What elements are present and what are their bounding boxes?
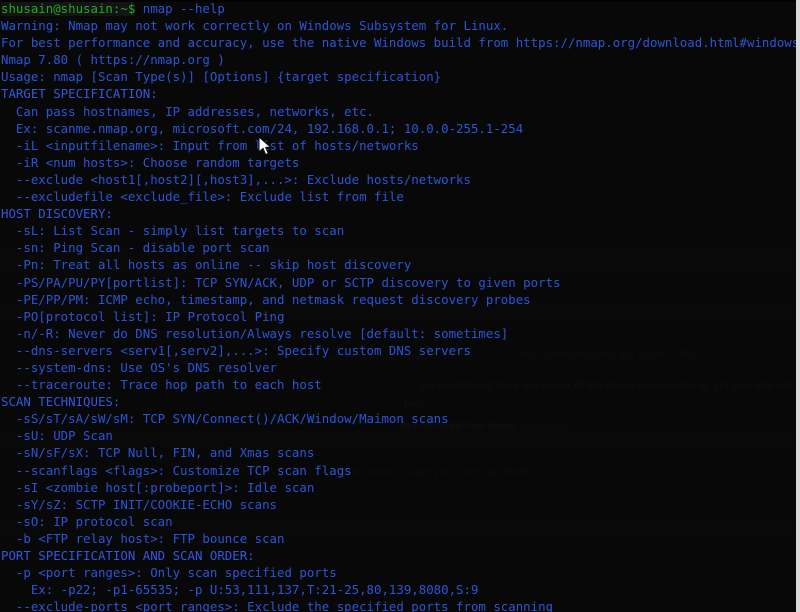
output-line: For best performance and accuracy, use t… — [1, 35, 800, 51]
output-line: -b <FTP relay host>: FTP bounce scan — [1, 530, 285, 546]
typed-command: nmap --help — [135, 1, 225, 16]
output-line: -PE/PP/PM: ICMP echo, timestamp, and net… — [1, 291, 531, 307]
output-line: --excludefile <exclude_file>: Exclude li… — [1, 189, 404, 205]
output-line: -sY/sZ: SCTP INIT/COOKIE-ECHO scans — [1, 496, 278, 512]
output-line: Warning: Nmap may not work correctly on … — [1, 18, 509, 34]
output-line: -sU: UDP Scan — [1, 428, 113, 444]
shell-prompt: shusain@shusain:~$ — [1, 1, 136, 16]
command-output: Warning: Nmap may not work correctly on … — [0, 17, 800, 612]
output-section-heading: SCAN TECHNIQUES: — [1, 394, 121, 410]
output-line: Can pass hostnames, IP addresses, networ… — [1, 103, 374, 119]
output-line: -sL: List Scan - simply list targets to … — [1, 223, 345, 239]
output-line: --scanflags <flags>: Customize TCP scan … — [1, 462, 352, 478]
output-section-heading: PORT SPECIFICATION AND SCAN ORDER: — [1, 548, 255, 563]
output-line: -sI <zombie host[:probeport]>: Idle scan — [1, 479, 315, 495]
output-line: -PO[protocol list]: IP Protocol Ping — [1, 308, 285, 324]
output-line: -sO: IP protocol scan — [1, 513, 173, 529]
window-right-border — [796, 0, 800, 612]
output-line: Ex: scanme.nmap.org, microsoft.com/24, 1… — [1, 120, 524, 136]
output-line: Ex: -p22; -p1-65535; -p U:53,111,137,T:2… — [1, 582, 479, 598]
output-line: --exclude <host1[,host2][,host3],...>: E… — [1, 171, 471, 187]
output-section-heading: TARGET SPECIFICATION: — [1, 86, 158, 102]
output-line: Usage: nmap [Scan Type(s)] [Options] {ta… — [1, 69, 442, 85]
terminal-content[interactable]: shusain@shusain:~$ nmap --help Warning: … — [0, 0, 800, 612]
output-line: -sS/sT/sA/sW/sM: TCP SYN/Connect()/ACK/W… — [1, 411, 449, 427]
output-line: -iL <inputfilename>: Input from list of … — [1, 137, 419, 153]
output-line: --dns-servers <serv1[,serv2],...>: Speci… — [1, 342, 471, 358]
output-line: --traceroute: Trace hop path to each hos… — [1, 377, 322, 393]
output-line: Nmap 7.80 ( https://nmap.org ) — [1, 52, 225, 68]
output-line: -PS/PA/PU/PY[portlist]: TCP SYN/ACK, UDP… — [1, 274, 561, 290]
output-line: -sN/sF/sX: TCP Null, FIN, and Xmas scans — [1, 445, 315, 461]
terminal-window[interactable]: As mentioned here are some of the basic … — [0, 0, 800, 612]
prompt-line: shusain@shusain:~$ nmap --help — [0, 0, 800, 17]
output-line: --exclude-ports <port ranges>: Exclude t… — [1, 599, 554, 612]
output-line: -sn: Ping Scan - disable port scan — [1, 240, 270, 256]
output-line: -Pn: Treat all hosts as online -- skip h… — [1, 257, 412, 273]
window-top-edge — [0, 0, 800, 2]
output-line: --system-dns: Use OS's DNS resolver — [1, 359, 278, 375]
output-line: -iR <num hosts>: Choose random targets — [1, 154, 300, 170]
output-line: -n/-R: Never do DNS resolution/Always re… — [1, 325, 509, 341]
output-section-heading: HOST DISCOVERY: — [1, 206, 113, 222]
output-line: -p <port ranges>: Only scan specified po… — [1, 565, 337, 581]
